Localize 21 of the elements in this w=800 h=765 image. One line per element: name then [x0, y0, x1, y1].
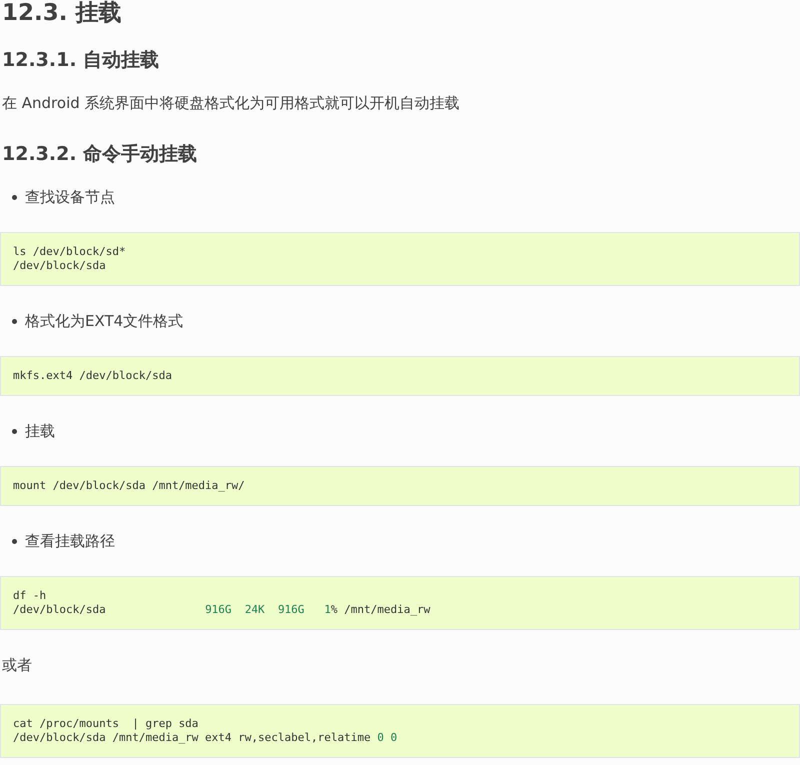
code-line: /dev/block/sda 916G 24K 916G 1% /mnt/media_rw — [13, 603, 430, 617]
page-title: 12.3. 挂载 — [2, 0, 122, 26]
code-line: df -h — [13, 589, 46, 603]
bullet-icon — [12, 194, 17, 200]
section-heading: 12.3.2. 命令手动挂载 — [2, 142, 198, 166]
code-line: /dev/block/sda /mnt/media_rw ext4 rw,seclabel,relatime 0 0 — [13, 731, 398, 745]
paragraph: 或者 — [2, 655, 32, 676]
list-item: 查找设备节点 — [25, 187, 115, 208]
code-line: cat /proc/mounts | grep sda — [13, 717, 198, 731]
code-line: mount /dev/block/sda /mnt/media_rw/ — [13, 479, 245, 493]
list-item: 挂载 — [25, 421, 55, 442]
code-line: ls /dev/block/sd* — [13, 245, 126, 259]
bullet-icon — [12, 538, 17, 544]
list-item: 格式化为EXT4文件格式 — [25, 311, 184, 332]
section-heading: 12.3.1. 自动挂载 — [2, 48, 160, 72]
bullet-icon — [12, 318, 17, 324]
bullet-icon — [12, 428, 17, 434]
code-line: /dev/block/sda — [13, 259, 106, 273]
list-item: 查看挂载路径 — [25, 531, 115, 552]
code-line: mkfs.ext4 /dev/block/sda — [13, 369, 172, 383]
paragraph: 在 Android 系统界面中将硬盘格式化为可用格式就可以开机自动挂载 — [2, 93, 460, 114]
